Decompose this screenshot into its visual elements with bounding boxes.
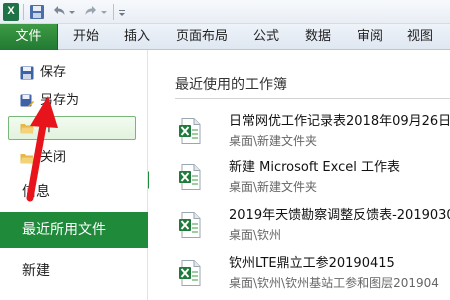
tab-file[interactable]: 文件 xyxy=(0,24,58,50)
excel-file-icon xyxy=(179,212,201,238)
open-folder-icon xyxy=(20,121,34,135)
section-recent[interactable]: 最近所用文件 xyxy=(0,212,148,248)
undo-icon[interactable] xyxy=(50,3,68,21)
recent-file-path: 桌面\新建文件夹 xyxy=(229,134,318,148)
excel-logo-icon: X xyxy=(3,3,19,21)
redo-dropdown-icon[interactable] xyxy=(100,3,108,21)
customize-toolbar-icon[interactable] xyxy=(117,3,127,21)
heading-divider xyxy=(175,98,450,99)
tab-data[interactable]: 数据 xyxy=(294,24,342,50)
save-icon[interactable] xyxy=(28,3,46,21)
recent-file-item[interactable]: 钦州LTE鼎立工参20190415 桌面\钦州\钦州基站工参和图层201904 xyxy=(179,254,450,300)
recent-file-path: 桌面\钦州 xyxy=(229,228,282,242)
menu-item-label: 另存为 xyxy=(40,93,80,108)
undo-dropdown-icon[interactable] xyxy=(68,3,76,21)
tab-insert[interactable]: 插入 xyxy=(112,24,162,50)
menu-item-save-as[interactable]: 另存为 xyxy=(0,90,148,112)
recent-file-name: 新建 Microsoft Excel 工作表 xyxy=(229,160,400,175)
recent-file-path: 桌面\新建文件夹 xyxy=(229,180,318,194)
close-folder-icon xyxy=(20,151,34,165)
toolbar-divider xyxy=(113,4,114,20)
recent-workbooks-panel: 最近使用的工作簿 日常网优工作记录表2018年09月26日 桌面\新建文件夹 新… xyxy=(149,50,450,300)
tab-page-layout[interactable]: 页面布局 xyxy=(166,24,238,50)
menu-item-label: 保存 xyxy=(40,65,67,80)
menu-item-save[interactable]: 保存 xyxy=(0,62,148,84)
menu-item-label: 关闭 xyxy=(40,150,67,165)
tab-view[interactable]: 视图 xyxy=(396,24,444,50)
redo-icon[interactable] xyxy=(82,3,100,21)
excel-file-icon xyxy=(179,164,201,190)
section-new[interactable]: 新建 xyxy=(0,254,148,288)
ribbon-tab-bar: 文件 开始 插入 页面布局 公式 数据 审阅 视图 xyxy=(0,24,450,50)
tab-review[interactable]: 审阅 xyxy=(346,24,394,50)
section-info[interactable]: 信息 xyxy=(0,175,148,209)
recent-file-name: 2019年天馈勘察调整反馈表-20190305 xyxy=(229,208,450,223)
excel-backstage-window: X 文件 开始 插入 页面布局 公式 数据 审阅 视图 保存 另存为 开 关闭 … xyxy=(0,0,450,300)
save-as-icon xyxy=(20,94,34,108)
quick-access-toolbar: X xyxy=(0,0,450,24)
excel-file-icon xyxy=(179,260,201,286)
menu-item-close[interactable]: 关闭 xyxy=(0,147,148,169)
recent-workbooks-heading: 最近使用的工作簿 xyxy=(175,77,287,93)
recent-file-item[interactable]: 日常网优工作记录表2018年09月26日 桌面\新建文件夹 xyxy=(179,112,450,158)
recent-file-name: 日常网优工作记录表2018年09月26日 xyxy=(229,114,450,129)
menu-item-open[interactable]: 开 xyxy=(0,117,148,139)
tab-home[interactable]: 开始 xyxy=(60,24,112,50)
recent-file-item[interactable]: 新建 Microsoft Excel 工作表 桌面\新建文件夹 xyxy=(179,158,450,204)
save-icon xyxy=(20,66,34,80)
toolbar-divider xyxy=(23,4,24,20)
menu-item-label: 开 xyxy=(40,120,54,135)
recent-file-path: 桌面\钦州\钦州基站工参和图层201904 xyxy=(229,276,439,290)
excel-file-icon xyxy=(179,118,201,144)
recent-file-name: 钦州LTE鼎立工参20190415 xyxy=(229,256,395,271)
tab-formulas[interactable]: 公式 xyxy=(242,24,290,50)
recent-file-item[interactable]: 2019年天馈勘察调整反馈表-20190305 桌面\钦州 xyxy=(179,206,450,252)
backstage-navigation: 保存 另存为 开 关闭 信息 最近所用文件 新建 xyxy=(0,50,148,300)
